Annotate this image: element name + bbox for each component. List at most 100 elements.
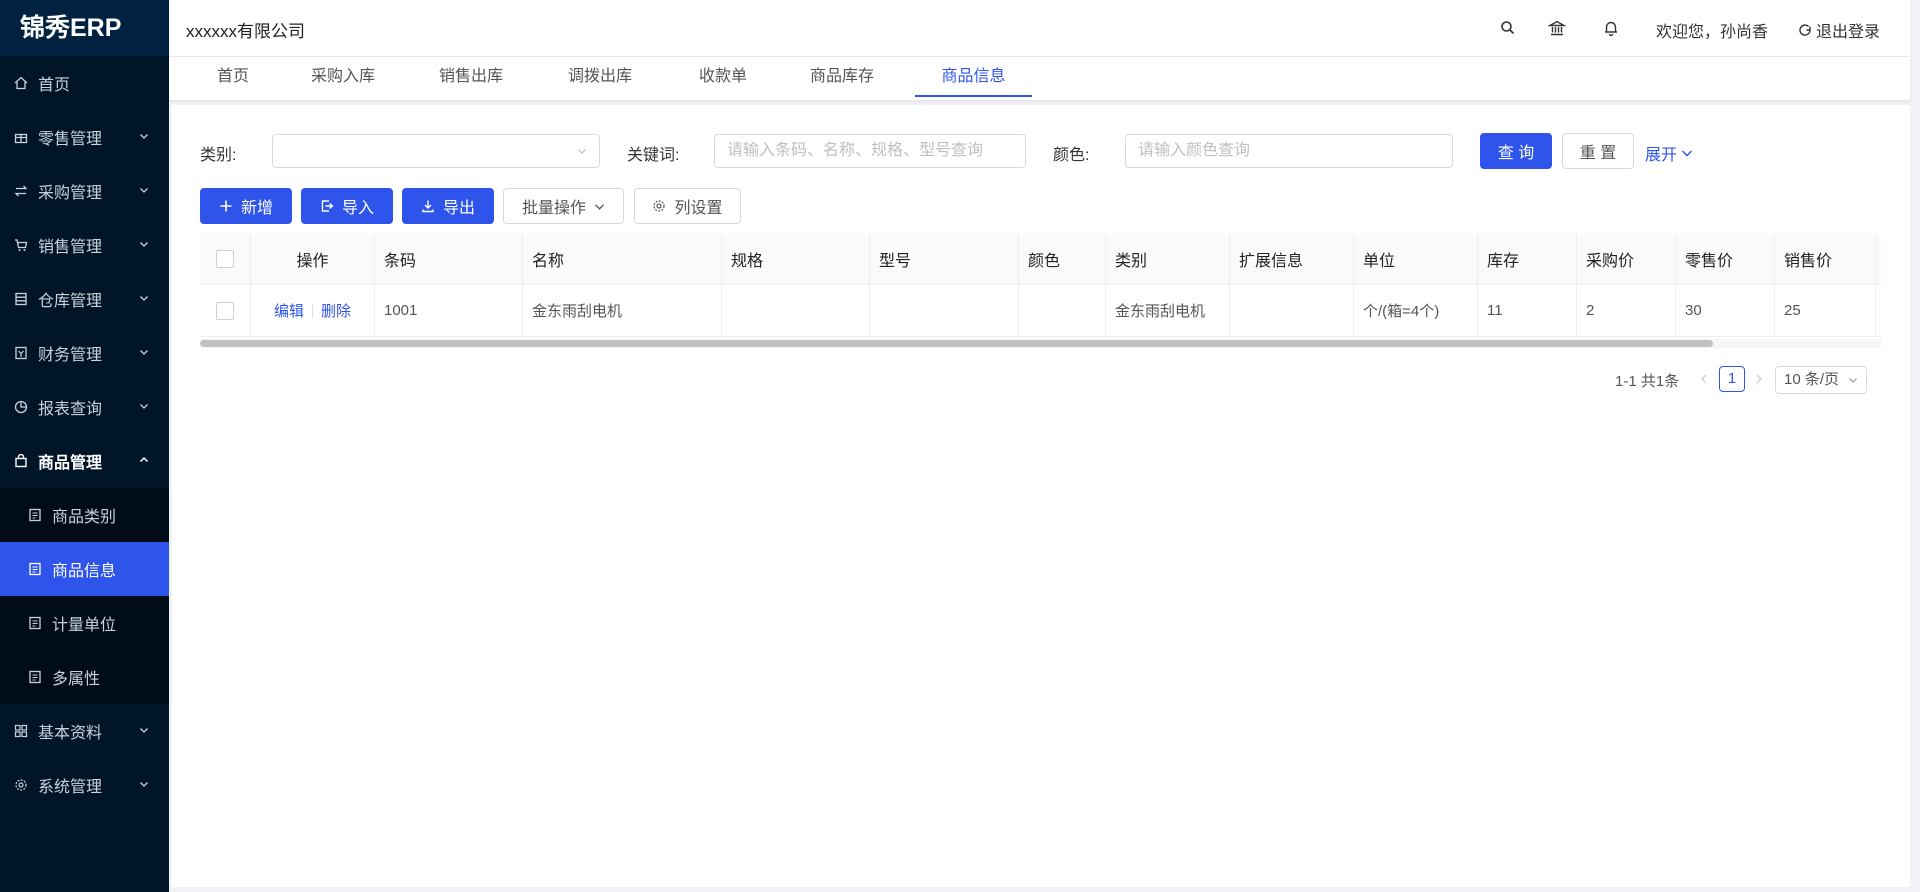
sidebar-item-retail[interactable]: 零售管理: [0, 110, 169, 164]
chevron-down-icon: [140, 782, 148, 787]
keyword-input[interactable]: 请输入条码、名称、规格、型号查询: [714, 134, 1026, 168]
chevron-down-icon: [140, 242, 148, 247]
sidebar-item-basic-data[interactable]: 基本资料: [0, 704, 169, 758]
profile-icon: [28, 562, 42, 576]
select-all-checkbox[interactable]: [216, 249, 234, 268]
logout-button[interactable]: 退出登录: [1798, 18, 1880, 42]
col-header-unit: 单位: [1354, 233, 1478, 284]
sidebar-item-attributes[interactable]: 多属性: [0, 650, 169, 704]
sidebar-item-home[interactable]: 首页: [0, 56, 169, 110]
category-label: 类别:: [200, 147, 237, 164]
sidebar-item-products[interactable]: 商品管理: [0, 434, 169, 488]
import-button[interactable]: 导入: [301, 188, 393, 224]
appstore-icon: [14, 724, 28, 738]
sidebar-item-label: 仓库管理: [38, 293, 103, 310]
batch-operations-dropdown[interactable]: 批量操作: [503, 188, 624, 224]
tab-receipt[interactable]: 收款单: [696, 57, 750, 97]
chevron-down-icon: [578, 149, 586, 154]
page-size-select[interactable]: 10 条/页: [1775, 366, 1867, 394]
profile-icon: [28, 616, 42, 630]
search-icon[interactable]: [1499, 19, 1517, 37]
cell-spec: [722, 285, 870, 336]
plus-icon: [220, 200, 232, 212]
cell-ext: [1230, 285, 1354, 336]
chevron-down-icon: [140, 134, 148, 139]
cell-retail-price: 30: [1676, 285, 1775, 336]
scrollbar-thumb[interactable]: [200, 340, 1713, 347]
prev-page-icon[interactable]: [1698, 373, 1710, 385]
cart-icon: [14, 238, 28, 252]
query-button[interactable]: 查 询: [1480, 133, 1552, 169]
tab-product-info[interactable]: 商品信息: [915, 57, 1032, 97]
pie-chart-icon: [14, 400, 28, 414]
table-horizontal-scrollbar[interactable]: [200, 339, 1881, 348]
home-icon: [14, 76, 28, 90]
pagination-current-page[interactable]: 1: [1719, 366, 1745, 392]
expand-button[interactable]: 展开: [1645, 141, 1693, 165]
tab-product-stock[interactable]: 商品库存: [809, 57, 875, 97]
sidebar-item-finance[interactable]: 财务管理: [0, 326, 169, 380]
chevron-down-icon: [140, 350, 148, 355]
account-book-icon: [14, 346, 28, 360]
add-button[interactable]: 新增: [200, 188, 292, 224]
export-button[interactable]: 导出: [402, 188, 494, 224]
add-label: 新增: [240, 200, 273, 217]
tab-sales-out[interactable]: 销售出库: [438, 57, 504, 97]
column-settings-label: 列设置: [674, 200, 723, 217]
sidebar-item-label: 采购管理: [38, 185, 103, 202]
profile-icon: [28, 508, 42, 522]
export-label: 导出: [442, 200, 475, 217]
sidebar-item-purchase[interactable]: 采购管理: [0, 164, 169, 218]
sidebar-item-label: 商品类别: [52, 509, 117, 526]
setting-icon: [14, 778, 28, 792]
row-select[interactable]: [200, 285, 251, 336]
col-header-category: 类别: [1106, 233, 1230, 284]
header-select-all[interactable]: [200, 233, 251, 284]
next-page-icon[interactable]: [1753, 373, 1765, 385]
product-table: 操作 条码 名称 规格 型号 颜色 类别 扩展信息 单位 库存 采购价 零售价 …: [200, 233, 1881, 337]
reset-button[interactable]: 重 置: [1562, 133, 1634, 169]
page-tabs: 首页 采购入库 销售出库 调拨出库 收款单 商品库存 商品信息: [169, 57, 1910, 100]
bank-icon[interactable]: [1547, 19, 1567, 37]
sidebar-item-label: 计量单位: [52, 617, 117, 634]
welcome-user: 欢迎您，孙尚香: [1656, 24, 1769, 41]
category-select[interactable]: [272, 134, 600, 168]
sidebar-item-reports[interactable]: 报表查询: [0, 380, 169, 434]
page-size-label: 10 条/页: [1784, 371, 1840, 388]
chevron-up-icon: [139, 456, 149, 463]
sidebar-item-product-info[interactable]: 商品信息: [0, 542, 169, 596]
edit-link[interactable]: 编辑: [274, 300, 304, 321]
bell-icon[interactable]: [1602, 19, 1620, 37]
row-checkbox[interactable]: [216, 301, 234, 320]
col-header-spec: 规格: [722, 233, 870, 284]
database-icon: [14, 292, 28, 306]
sidebar-item-label: 报表查询: [38, 401, 103, 418]
batch-label: 批量操作: [521, 200, 586, 217]
setting-icon: [653, 200, 666, 212]
cell-name: 金东雨刮电机: [523, 285, 722, 336]
logout-icon: [1799, 24, 1811, 36]
tab-transfer-out[interactable]: 调拨出库: [567, 57, 633, 97]
sidebar-item-product-category[interactable]: 商品类别: [0, 488, 169, 542]
top-header: xxxxxx有限公司 欢迎您，孙尚香 退出登录: [169, 0, 1910, 57]
import-label: 导入: [341, 200, 374, 217]
cell-sale-price: 25: [1775, 285, 1876, 336]
row-actions: 编辑 删除: [251, 285, 375, 336]
color-input[interactable]: 请输入颜色查询: [1125, 134, 1453, 168]
delete-link[interactable]: 删除: [321, 300, 351, 321]
sidebar-item-system[interactable]: 系统管理: [0, 758, 169, 812]
logout-label: 退出登录: [1816, 24, 1881, 41]
cell-unit: 个/(箱=4个): [1354, 285, 1478, 336]
company-name: xxxxxx有限公司: [186, 22, 305, 41]
tab-purchase-in[interactable]: 采购入库: [310, 57, 376, 97]
chevron-down-icon: [140, 296, 148, 301]
tab-home[interactable]: 首页: [203, 57, 263, 97]
sidebar-item-label: 商品管理: [38, 455, 103, 472]
sidebar-item-warehouse[interactable]: 仓库管理: [0, 272, 169, 326]
products-submenu: 商品类别 商品信息 计量单位 多属性: [0, 488, 169, 704]
column-settings-button[interactable]: 列设置: [634, 188, 741, 224]
sidebar-item-sales[interactable]: 销售管理: [0, 218, 169, 272]
chevron-down-icon: [1849, 378, 1857, 383]
sidebar-item-units[interactable]: 计量单位: [0, 596, 169, 650]
sidebar-item-label: 零售管理: [38, 131, 103, 148]
